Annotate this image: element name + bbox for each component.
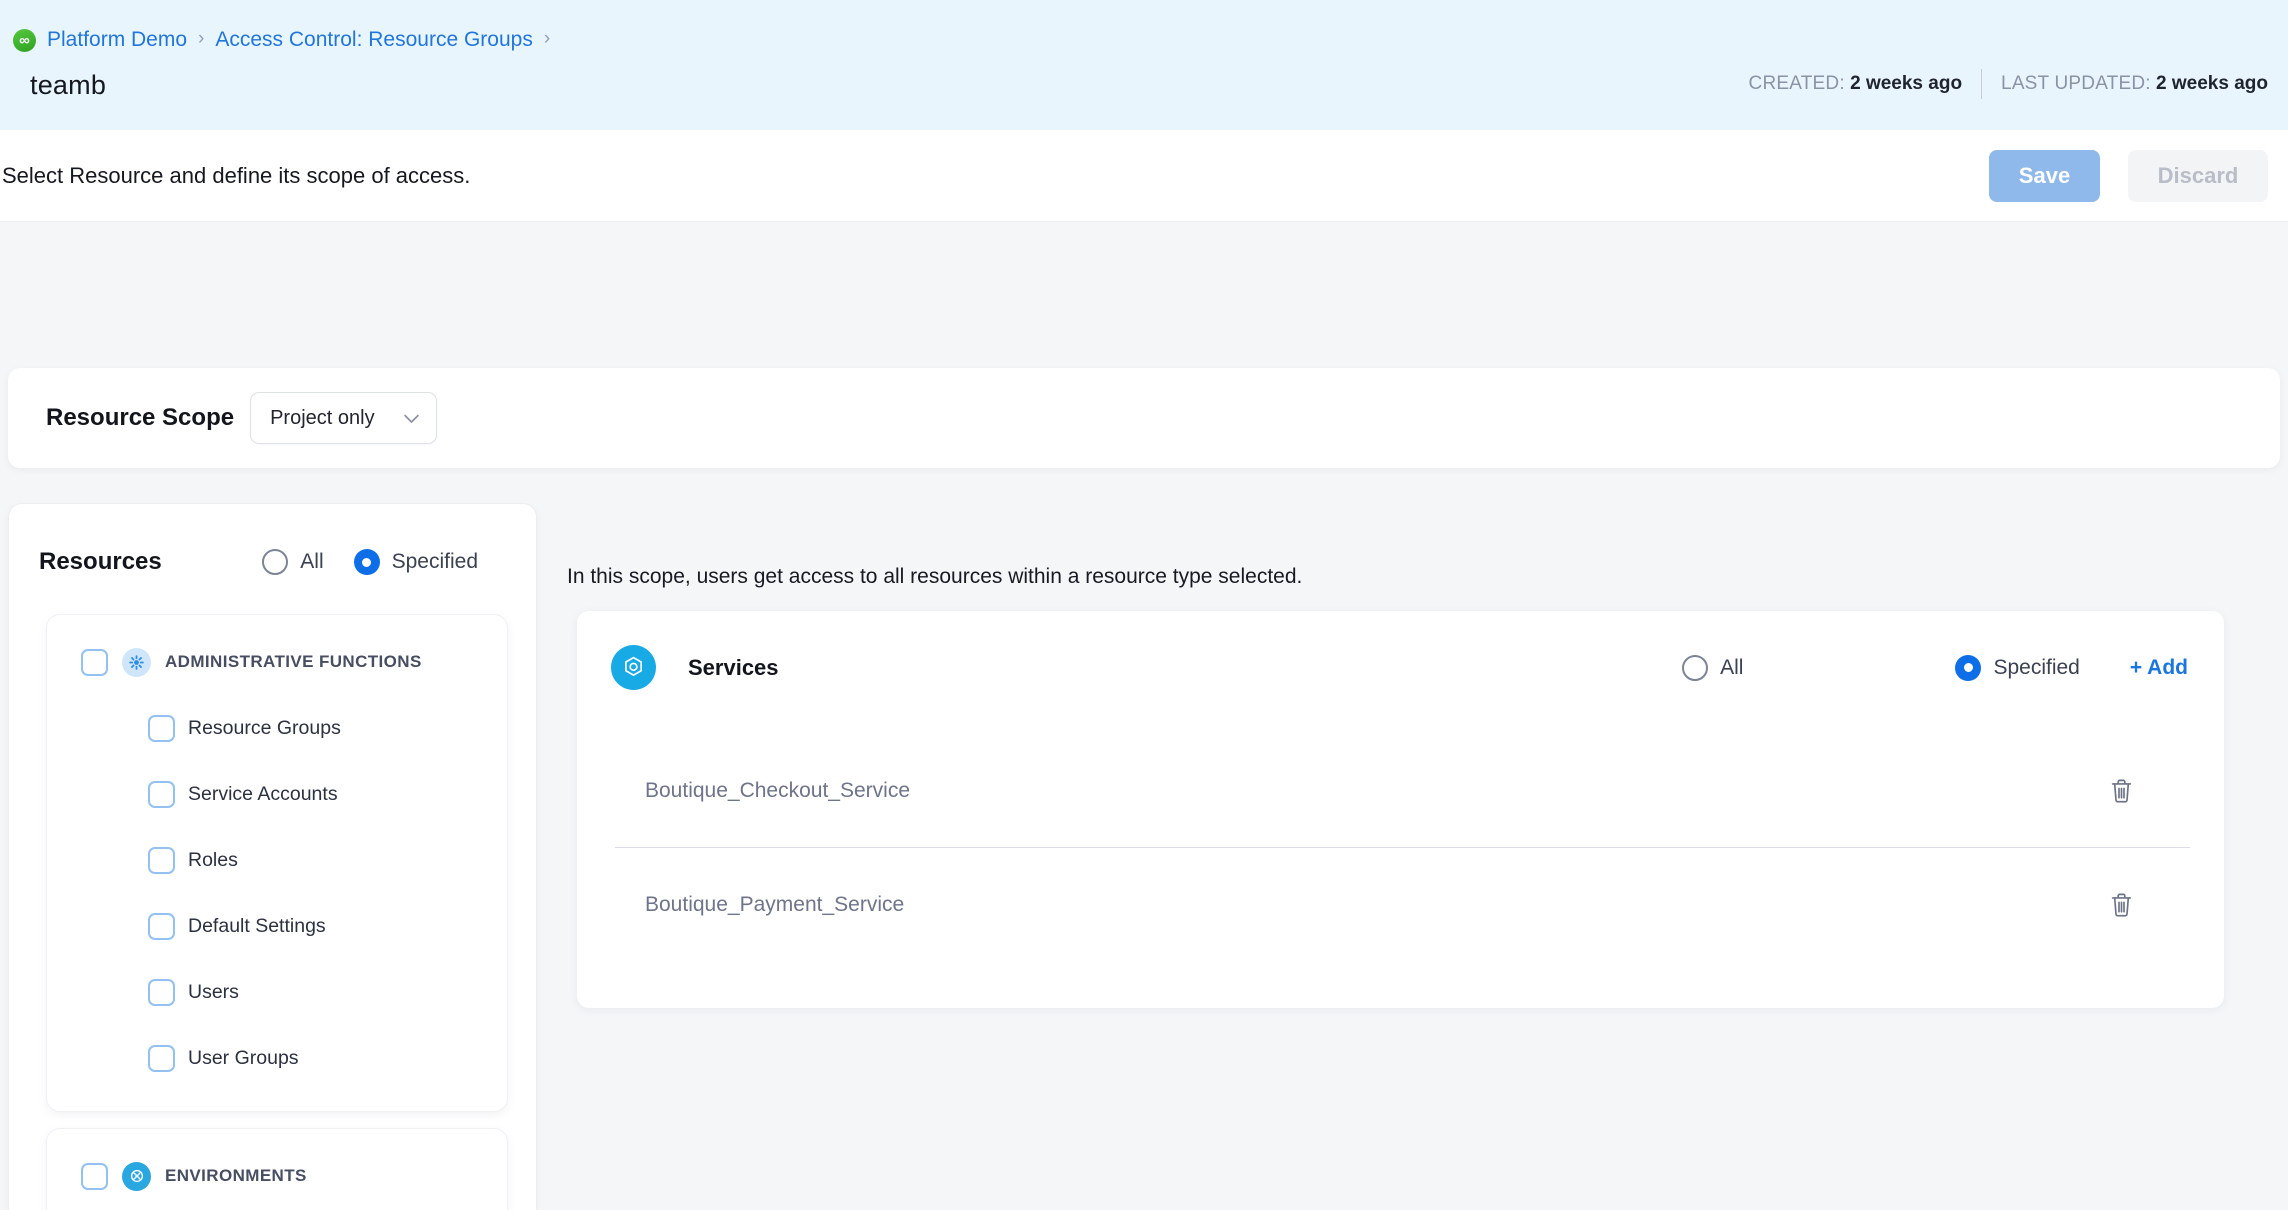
scope-note: In this scope, users get access to all r… — [565, 565, 2224, 589]
checkbox-service-accounts[interactable] — [148, 781, 175, 808]
item-row-resource-groups: Resource Groups — [47, 695, 507, 761]
screen: ∞ Platform Demo › Access Control: Resour… — [0, 0, 2288, 1210]
item-row-users: Users — [47, 959, 507, 1025]
group-row-environments: ENVIRONMENTS — [47, 1143, 507, 1209]
title-row: teamb CREATED: 2 weeks ago LAST UPDATED:… — [13, 69, 2268, 101]
updated-value: 2 weeks ago — [2156, 73, 2268, 94]
resources-panel: Resources All Specified — [8, 503, 537, 1210]
radio-unchecked-icon — [1682, 655, 1708, 681]
main-area: In this scope, users get access to all r… — [537, 503, 2288, 1210]
item-label: Service Accounts — [188, 783, 338, 806]
breadcrumb-link-platform-demo[interactable]: Platform Demo — [47, 28, 187, 52]
services-card: Services All Specified + Add — [577, 611, 2224, 1008]
resource-scope-value: Project only — [270, 407, 375, 430]
item-row-roles: Roles — [47, 827, 507, 893]
item-label: User Groups — [188, 1047, 299, 1070]
item-label: Users — [188, 981, 239, 1004]
checkbox-users[interactable] — [148, 979, 175, 1006]
item-label: Roles — [188, 849, 238, 872]
services-title: Services — [688, 655, 779, 681]
created-label: CREATED: — [1749, 73, 1845, 94]
services-radio-all-label: All — [1720, 656, 1743, 680]
resources-radio-specified-label: Specified — [392, 550, 478, 574]
admin-functions-card: ADMINISTRATIVE FUNCTIONS Resource Groups… — [46, 614, 508, 1112]
globe-icon — [122, 1162, 151, 1191]
breadcrumb-link-resource-groups[interactable]: Access Control: Resource Groups — [215, 28, 532, 52]
chevron-right-icon: › — [544, 28, 550, 50]
resource-scope-select[interactable]: Project only — [250, 392, 437, 444]
toolbar-actions: Save Discard — [1989, 150, 2268, 202]
group-label: ENVIRONMENTS — [165, 1166, 307, 1186]
item-label: Default Settings — [188, 915, 326, 938]
checkbox-administrative-functions[interactable] — [81, 649, 108, 676]
service-hexagon-icon — [611, 645, 656, 690]
service-row: Boutique_Checkout_Service — [577, 734, 2224, 847]
breadcrumb: ∞ Platform Demo › Access Control: Resour… — [13, 28, 2268, 52]
record-meta: CREATED: 2 weeks ago LAST UPDATED: 2 wee… — [1749, 69, 2268, 101]
checkbox-resource-groups[interactable] — [148, 715, 175, 742]
page-title: teamb — [30, 70, 106, 101]
checkbox-user-groups[interactable] — [148, 1045, 175, 1072]
page-header: ∞ Platform Demo › Access Control: Resour… — [0, 0, 2288, 130]
services-radio-specified-label: Specified — [1993, 656, 2079, 680]
delete-service-button[interactable] — [2105, 887, 2138, 923]
action-toolbar: Select Resource and define its scope of … — [0, 130, 2288, 222]
created-value: 2 weeks ago — [1850, 73, 1962, 94]
save-button[interactable]: Save — [1989, 150, 2100, 202]
discard-button[interactable]: Discard — [2128, 150, 2268, 202]
group-row-administrative-functions: ADMINISTRATIVE FUNCTIONS — [47, 629, 507, 695]
resources-radio-specified[interactable]: Specified — [354, 549, 478, 575]
platform-logo-icon[interactable]: ∞ — [13, 29, 36, 52]
meta-divider — [1981, 69, 1982, 99]
group-label: ADMINISTRATIVE FUNCTIONS — [165, 652, 422, 672]
services-radio-all[interactable]: All — [1682, 655, 1743, 681]
delete-service-button[interactable] — [2105, 773, 2138, 809]
resource-scope-card: Resource Scope Project only — [8, 368, 2280, 468]
item-label: Resource Groups — [188, 717, 341, 740]
trash-icon — [2109, 777, 2134, 805]
content-columns: Resources All Specified — [0, 503, 2288, 1210]
services-header: Services All Specified + Add — [577, 611, 2224, 716]
page-body: Resource Scope Project only Resources Al… — [0, 222, 2288, 1210]
service-row: Boutique_Payment_Service — [577, 848, 2224, 961]
service-name: Boutique_Checkout_Service — [645, 779, 910, 803]
resources-title: Resources — [39, 548, 162, 576]
add-service-button[interactable]: + Add — [2130, 656, 2188, 680]
environments-card: ENVIRONMENTS — [46, 1128, 508, 1210]
trash-icon — [2109, 891, 2134, 919]
updated-label: LAST UPDATED: — [2001, 73, 2151, 94]
item-row-service-accounts: Service Accounts — [47, 761, 507, 827]
service-name: Boutique_Payment_Service — [645, 893, 904, 917]
radio-checked-icon — [1955, 655, 1981, 681]
updated-meta: LAST UPDATED: 2 weeks ago — [2001, 73, 2268, 95]
checkbox-default-settings[interactable] — [148, 913, 175, 940]
chevron-down-icon — [404, 407, 420, 423]
toolbar-description: Select Resource and define its scope of … — [2, 163, 470, 189]
services-rows: Boutique_Checkout_Service — [577, 734, 2224, 961]
checkbox-roles[interactable] — [148, 847, 175, 874]
services-radio-specified[interactable]: Specified — [1955, 655, 2079, 681]
resources-radio-all[interactable]: All — [262, 549, 323, 575]
checkbox-environments[interactable] — [81, 1163, 108, 1190]
resource-scope-label: Resource Scope — [46, 404, 234, 432]
services-scope-controls: All Specified + Add — [1682, 655, 2188, 681]
item-row-default-settings: Default Settings — [47, 893, 507, 959]
chevron-right-icon: › — [198, 28, 204, 50]
resources-scope-radios: All Specified — [262, 549, 478, 575]
radio-unchecked-icon — [262, 549, 288, 575]
gear-icon — [122, 648, 151, 677]
resources-panel-header: Resources All Specified — [9, 504, 536, 576]
item-row-user-groups: User Groups — [47, 1025, 507, 1091]
created-meta: CREATED: 2 weeks ago — [1749, 73, 1963, 95]
resources-radio-all-label: All — [300, 550, 323, 574]
radio-checked-icon — [354, 549, 380, 575]
